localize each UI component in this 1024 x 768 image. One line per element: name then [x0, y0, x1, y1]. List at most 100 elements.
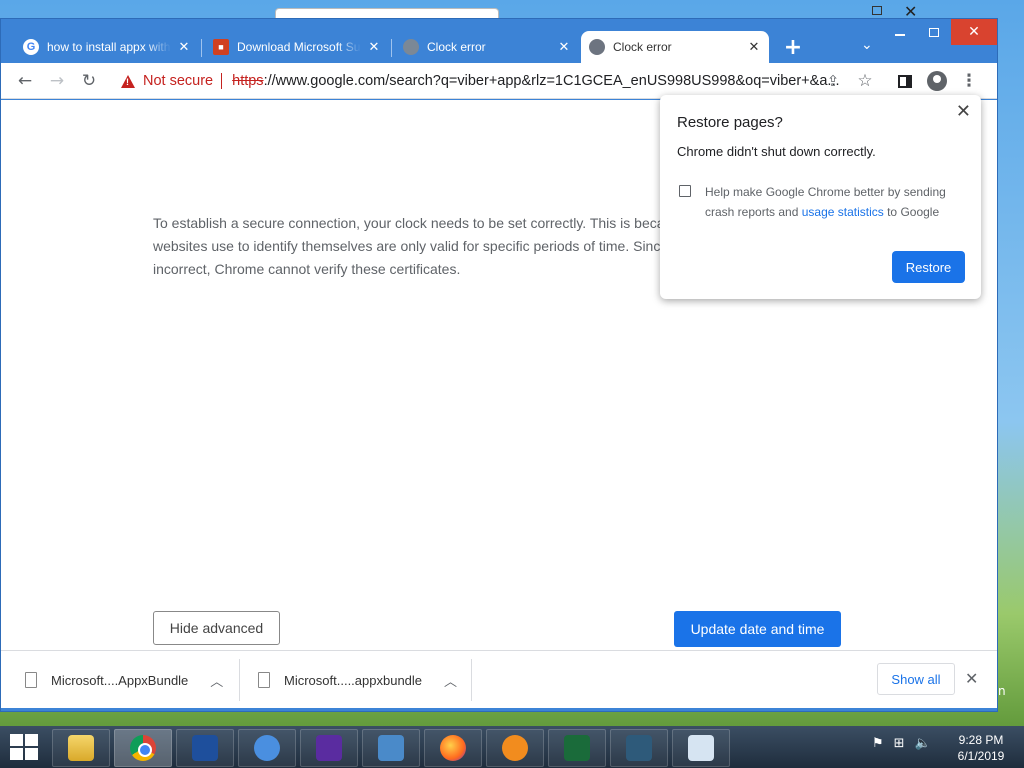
menu-kebab-icon[interactable]: ⋮ — [957, 69, 981, 93]
volume-muted-icon[interactable]: 🔈 — [915, 736, 931, 751]
browser-toolbar: ← → ↻ Not secure https ://www.google.com… — [1, 63, 997, 99]
download-filename: Microsoft....AppxBundle — [51, 672, 189, 688]
system-tray: ⚑ ⊞ 🔈 — [872, 736, 931, 751]
media-player-button[interactable] — [486, 729, 544, 767]
update-date-time-button[interactable]: Update date and time — [674, 611, 841, 647]
tab-download-microsoft[interactable]: ■ Download Microsoft Su ✕ — [205, 31, 389, 63]
close-icon[interactable]: ✕ — [965, 669, 978, 689]
tab-search-chevron-icon[interactable]: ⌄ — [861, 37, 873, 53]
gear-icon — [316, 735, 342, 761]
paragraph-line: incorrect, Chrome cannot verify these ce… — [153, 261, 461, 277]
tab-close-icon[interactable]: ✕ — [367, 39, 381, 55]
reload-button[interactable]: ↻ — [77, 69, 101, 93]
taskbar-clock[interactable]: 9:28 PM 6/1/2019 — [952, 732, 1010, 764]
tab-strip: G how to install appx with ✕ ■ Download … — [1, 19, 997, 63]
chromium-icon — [254, 735, 280, 761]
registry-icon — [626, 735, 652, 761]
network-app-button[interactable] — [362, 729, 420, 767]
download-separator — [239, 659, 240, 701]
dialog-title: Restore pages? — [677, 114, 783, 131]
share-icon[interactable]: ⇪ — [821, 69, 845, 93]
globe-icon — [589, 39, 605, 55]
download-separator — [471, 659, 472, 701]
url-scheme: https — [232, 73, 264, 89]
tab-close-icon[interactable]: ✕ — [747, 39, 761, 55]
restore-button[interactable]: Restore — [892, 251, 965, 283]
tab-title: Clock error — [613, 40, 672, 54]
url-text: ://www.google.com/search?q=viber+app&rlz… — [263, 73, 840, 89]
tab-clock-error[interactable]: Clock error ✕ — [395, 31, 579, 63]
restore-pages-dialog: Restore pages? ✕ Chrome didn't shut down… — [660, 95, 981, 299]
network-icon — [378, 735, 404, 761]
powershell-icon — [192, 735, 218, 761]
back-button[interactable]: ← — [13, 69, 37, 93]
google-icon: G — [23, 39, 39, 55]
profile-button[interactable] — [925, 69, 949, 93]
chromium-button[interactable] — [238, 729, 296, 767]
firefox-icon — [440, 735, 466, 761]
taskbar: ⚑ ⊞ 🔈 9:28 PM 6/1/2019 — [0, 726, 1024, 768]
usage-statistics-link[interactable]: usage statistics — [802, 205, 884, 219]
chevron-up-icon[interactable]: ︿ — [210, 671, 223, 690]
close-window-button[interactable]: ✕ — [951, 19, 997, 45]
file-explorer-button[interactable] — [52, 729, 110, 767]
cards-icon — [564, 735, 590, 761]
avatar — [927, 71, 947, 91]
media-player-icon — [502, 735, 528, 761]
file-icon — [258, 672, 270, 688]
tab-title: how to install appx with — [47, 40, 171, 54]
address-bar[interactable]: Not secure https ://www.google.com/searc… — [109, 67, 889, 95]
close-icon[interactable]: ✕ — [956, 101, 971, 122]
windows-start-icon[interactable] — [10, 734, 38, 760]
clock-error-explanation: To establish a secure connection, your c… — [153, 212, 673, 281]
download-item[interactable]: Microsoft....AppxBundle ︿ — [25, 659, 223, 701]
firefox-button[interactable] — [424, 729, 482, 767]
settings-button[interactable] — [300, 729, 358, 767]
new-tab-button[interactable]: + — [781, 35, 805, 60]
tab-close-icon[interactable]: ✕ — [557, 39, 571, 55]
calendar-app-button[interactable] — [672, 729, 730, 767]
file-icon — [25, 672, 37, 688]
crash-reports-checkbox[interactable] — [679, 185, 691, 197]
paragraph-line: To establish a secure connection, your c… — [153, 215, 665, 231]
tab-separator — [391, 39, 392, 57]
tab-how-to-install-appx[interactable]: G how to install appx with ✕ — [15, 31, 199, 63]
folder-icon — [68, 735, 94, 761]
action-center-flag-icon[interactable]: ⚑ — [872, 736, 884, 751]
hide-advanced-button[interactable]: Hide advanced — [153, 611, 280, 645]
chrome-taskbar-button[interactable] — [114, 729, 172, 767]
tab-title: Download Microsoft Su — [237, 40, 361, 54]
clock-date: 6/1/2019 — [957, 749, 1005, 763]
download-item[interactable]: Microsoft.....appxbundle ︿ — [258, 659, 457, 701]
tab-title: Clock error — [427, 40, 486, 54]
globe-icon — [403, 39, 419, 55]
warning-icon — [121, 74, 135, 88]
crash-reports-label: Help make Google Chrome better by sendin… — [705, 182, 965, 222]
minimize-icon — [895, 34, 905, 36]
forward-button[interactable]: → — [45, 69, 69, 93]
background-maximize-icon[interactable] — [872, 6, 882, 15]
download-filename: Microsoft.....appxbundle — [284, 672, 423, 688]
tab-close-icon[interactable]: ✕ — [177, 39, 191, 55]
bookmark-star-icon[interactable]: ☆ — [853, 69, 877, 93]
registry-editor-button[interactable] — [610, 729, 668, 767]
help-text-suffix: to Google — [883, 205, 940, 219]
not-secure-label[interactable]: Not secure — [143, 73, 213, 89]
dialog-message: Chrome didn't shut down correctly. — [677, 144, 876, 159]
clock-time: 9:28 PM — [958, 733, 1004, 747]
chevron-up-icon[interactable]: ︿ — [444, 671, 457, 690]
maximize-button[interactable] — [917, 19, 951, 45]
paragraph-line: websites use to identify themselves are … — [153, 238, 661, 254]
desktop-text: n — [998, 684, 1006, 698]
network-status-icon[interactable]: ⊞ — [894, 736, 905, 751]
microsoft-store-icon: ■ — [213, 39, 229, 55]
minimize-button[interactable] — [883, 19, 917, 45]
show-all-button[interactable]: Show all — [877, 663, 955, 695]
powershell-button[interactable] — [176, 729, 234, 767]
download-shelf: Microsoft....AppxBundle ︿ Microsoft.....… — [1, 650, 997, 708]
solitaire-button[interactable] — [548, 729, 606, 767]
tab-clock-error-active[interactable]: Clock error ✕ — [581, 31, 769, 63]
maximize-icon — [929, 27, 939, 37]
side-panel-icon[interactable] — [893, 69, 917, 93]
omnibox-divider — [221, 73, 223, 89]
